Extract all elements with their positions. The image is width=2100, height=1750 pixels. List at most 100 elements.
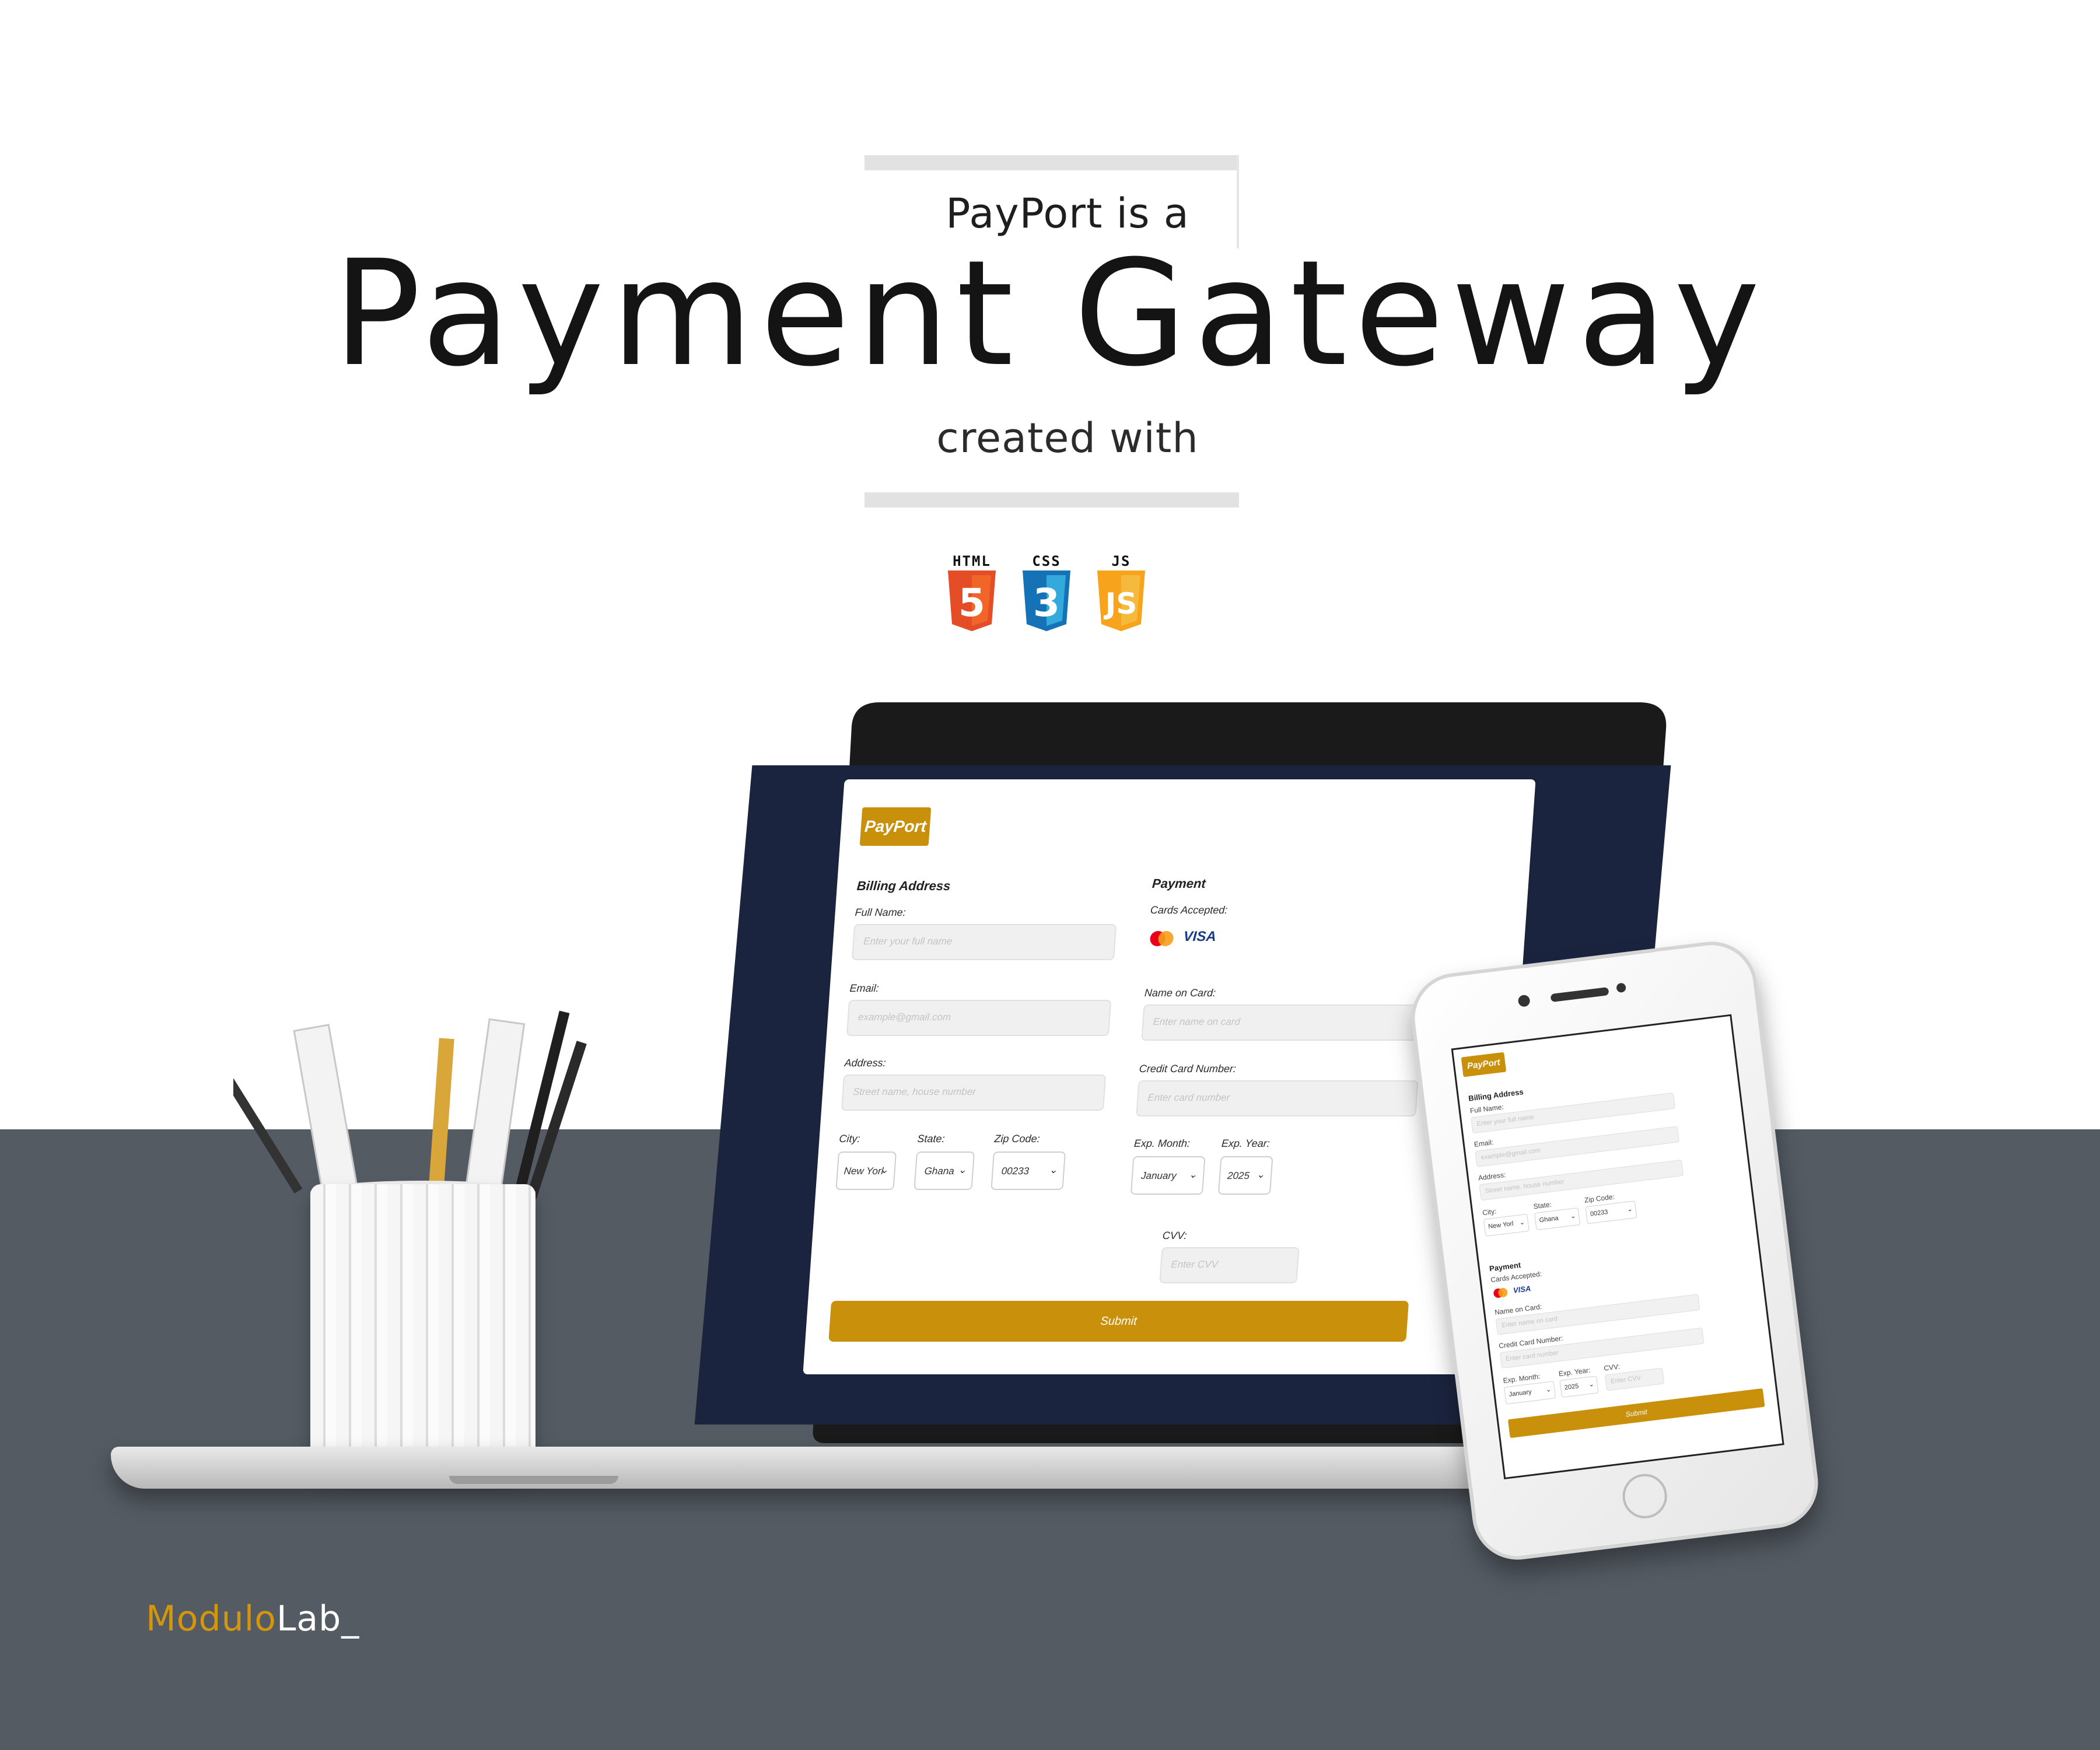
chevron-down-icon: ⌄: [1048, 1164, 1058, 1175]
mobile-email-label: Email:: [1474, 1138, 1494, 1149]
zip-select[interactable]: 00233 ⌄: [991, 1152, 1066, 1190]
css3-digit: 3: [1033, 580, 1060, 625]
mobile-address-label: Address:: [1478, 1170, 1506, 1182]
chevron-down-icon: ⌄: [1256, 1169, 1265, 1180]
mobile-state-label: State:: [1532, 1200, 1552, 1211]
heading-frame-top: [864, 155, 1239, 170]
mobile-city-select[interactable]: New Yorl ⌄: [1483, 1213, 1530, 1237]
phone-device: PayPort Billing Address Full Name: Enter…: [1406, 936, 1824, 1565]
js-caption: JS: [1111, 553, 1131, 569]
exp-month-label: Exp. Month:: [1133, 1138, 1191, 1149]
mobile-email-input[interactable]: example@gmail.com: [1475, 1126, 1680, 1167]
mobile-name-on-card-input[interactable]: Enter name on card: [1495, 1294, 1700, 1335]
card-number-label: Credit Card Number:: [1139, 1063, 1237, 1074]
hero-subline: created with: [936, 414, 1199, 462]
pencil-cup: [310, 1184, 536, 1472]
mobile-brand-logo: PayPort: [1461, 1052, 1507, 1077]
email-label: Email:: [849, 982, 880, 994]
mobile-state-value: Ghana: [1539, 1214, 1559, 1224]
laptop-base: [111, 1447, 1552, 1489]
css3-shield-icon: 3: [1023, 570, 1070, 631]
chevron-down-icon: ⌄: [957, 1164, 967, 1175]
name-on-card-label: Name on Card:: [1144, 987, 1216, 999]
brand-logo: PayPort: [859, 807, 932, 846]
laptop-notch: [449, 1476, 618, 1484]
mobile-payment-heading: Payment: [1489, 1260, 1521, 1273]
city-select[interactable]: New Yorl ⌄: [835, 1152, 897, 1190]
chevron-down-icon: ⌄: [1519, 1219, 1525, 1227]
html5-caption: HTML: [953, 553, 991, 569]
payment-heading: Payment: [1152, 876, 1206, 891]
front-sensor: [1616, 982, 1627, 993]
mobile-exp-month-select[interactable]: January ⌄: [1504, 1381, 1556, 1405]
state-value: Ghana: [924, 1166, 955, 1177]
mobile-city-label: City:: [1482, 1207, 1497, 1217]
exp-year-select[interactable]: 2025 ⌄: [1217, 1156, 1273, 1195]
css3-badge: CSS 3: [1016, 553, 1077, 635]
chevron-down-icon: ⌄: [1570, 1212, 1577, 1220]
mastercard-icon: [1150, 931, 1174, 946]
zip-label: Zip Code:: [993, 1133, 1041, 1144]
submit-button[interactable]: Submit: [828, 1301, 1409, 1342]
mobile-card-number-input[interactable]: Enter card number: [1499, 1327, 1704, 1369]
visa-icon: VISA: [1182, 929, 1217, 944]
modulolab-logo: ModuloLab_: [146, 1598, 359, 1639]
exp-year-value: 2025: [1227, 1170, 1250, 1181]
hero-title: Payment Gateway: [332, 229, 1768, 398]
exp-month-value: January: [1140, 1170, 1177, 1181]
mobile-exp-year-value: 2025: [1564, 1382, 1580, 1392]
html5-shield-icon: 5: [948, 570, 996, 631]
chevron-down-icon: ⌄: [1626, 1205, 1633, 1213]
mobile-exp-year-select[interactable]: 2025 ⌄: [1559, 1376, 1599, 1398]
home-button[interactable]: [1620, 1471, 1670, 1521]
mobile-zip-value: 00233: [1590, 1208, 1609, 1218]
payment-form-mobile: PayPort Billing Address Full Name: Enter…: [1451, 1014, 1784, 1480]
mobile-full-name-label: Full Name:: [1469, 1102, 1504, 1115]
mobile-billing-heading: Billing Address: [1468, 1087, 1524, 1103]
address-label: Address:: [844, 1057, 887, 1069]
name-on-card-input[interactable]: Enter name on card: [1141, 1005, 1424, 1041]
html5-digit: 5: [958, 580, 985, 625]
js-glyph: JS: [1104, 587, 1138, 621]
city-value: New Yorl: [844, 1166, 884, 1177]
chevron-down-icon: ⌄: [1545, 1386, 1552, 1394]
zip-value: 00233: [1001, 1166, 1030, 1177]
mobile-state-select[interactable]: Ghana ⌄: [1534, 1208, 1581, 1231]
exp-year-label: Exp. Year:: [1221, 1138, 1270, 1149]
logo-part-lab: Lab_: [276, 1598, 360, 1639]
front-camera: [1517, 994, 1531, 1007]
js-badge: JS JS: [1091, 553, 1152, 635]
billing-heading: Billing Address: [856, 878, 951, 893]
heading-frame-bottom: [864, 492, 1239, 508]
full-name-input[interactable]: Enter your full name: [851, 924, 1117, 960]
city-label: City:: [838, 1133, 861, 1144]
chevron-down-icon: ⌄: [1588, 1381, 1595, 1389]
mobile-mastercard-icon: [1493, 1287, 1508, 1298]
card-number-input[interactable]: Enter card number: [1136, 1080, 1419, 1116]
address-input[interactable]: Street name, house number: [841, 1074, 1107, 1111]
cards-accepted-label: Cards Accepted:: [1150, 904, 1228, 916]
full-name-label: Full Name:: [855, 907, 907, 918]
css3-caption: CSS: [1032, 553, 1061, 569]
state-select[interactable]: Ghana ⌄: [914, 1152, 975, 1190]
mobile-address-input[interactable]: Street name, house number: [1479, 1159, 1684, 1201]
mobile-exp-year-label: Exp. Year:: [1558, 1366, 1591, 1378]
html5-badge: HTML 5: [942, 553, 1002, 635]
mobile-visa-icon: VISA: [1513, 1284, 1532, 1295]
mobile-exp-month-value: January: [1508, 1388, 1532, 1398]
state-label: State:: [916, 1133, 946, 1144]
email-input[interactable]: example@gmail.com: [846, 1000, 1112, 1036]
stationery-icon: [233, 1010, 587, 1202]
cvv-label: CVV:: [1162, 1230, 1188, 1241]
logo-part-modulo: Modulo: [146, 1598, 276, 1639]
cvv-input[interactable]: Enter CVV: [1159, 1247, 1300, 1283]
mobile-zip-select[interactable]: 00233 ⌄: [1585, 1200, 1637, 1224]
phone-speaker: [1550, 986, 1609, 1003]
exp-month-select[interactable]: January ⌄: [1130, 1156, 1206, 1195]
chevron-down-icon: ⌄: [879, 1164, 889, 1175]
mobile-cvv-label: CVV:: [1603, 1362, 1620, 1373]
chevron-down-icon: ⌄: [1188, 1169, 1198, 1180]
js-shield-icon: JS: [1097, 570, 1145, 631]
mobile-zip-label: Zip Code:: [1584, 1192, 1615, 1205]
mobile-city-value: New Yorl: [1488, 1220, 1514, 1231]
